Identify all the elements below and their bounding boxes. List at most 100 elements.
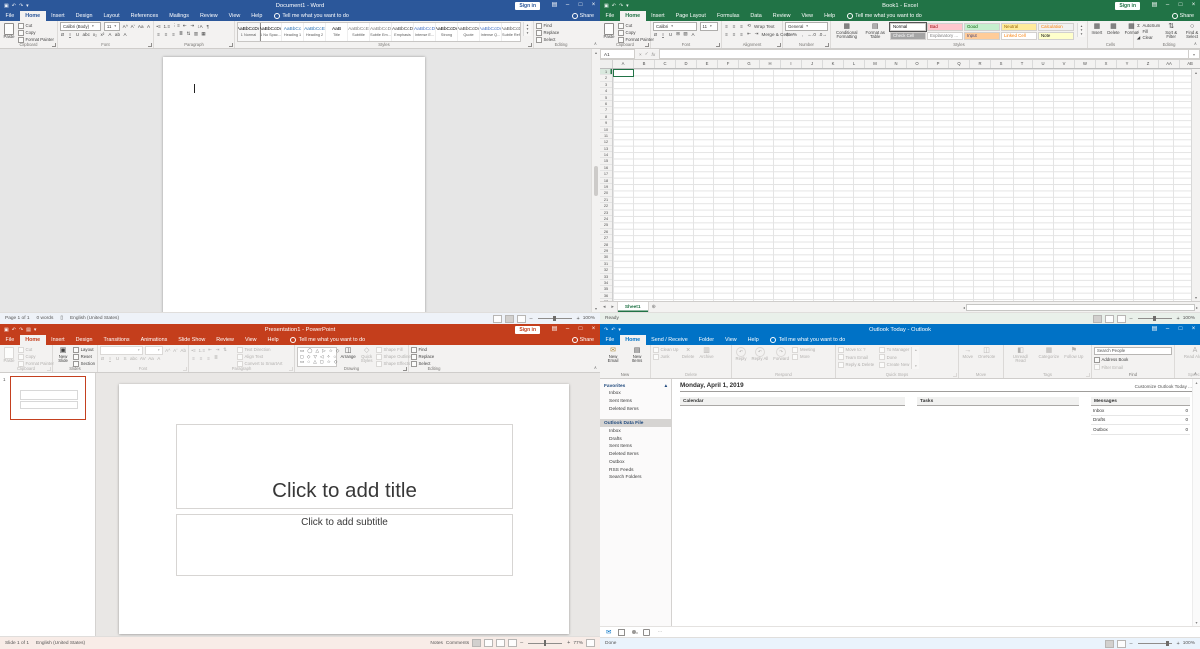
ribbon-tab[interactable]: File bbox=[600, 335, 620, 345]
paragraph-tool-icon[interactable]: ⇤ bbox=[208, 347, 213, 353]
slide-indicator[interactable]: Slide 1 of 1 bbox=[5, 641, 29, 646]
respond-small-button[interactable]: More bbox=[792, 354, 815, 360]
zoom-out-button[interactable]: – bbox=[1129, 316, 1132, 322]
styles-gallery-scrollbar[interactable]: ▴▾▾ bbox=[523, 22, 531, 36]
outlook-vertical-scrollbar[interactable]: ▴▾ bbox=[1192, 379, 1200, 626]
print-layout-button[interactable] bbox=[505, 315, 514, 323]
folder-item[interactable]: Inbox bbox=[600, 390, 671, 398]
font-format-icon[interactable]: ab bbox=[115, 32, 120, 37]
new-email-button[interactable]: ✉New Email bbox=[602, 347, 624, 365]
style-item[interactable]: AaBbCcDcSubtle Ref... bbox=[502, 23, 521, 41]
maximize-button[interactable]: □ bbox=[574, 324, 587, 335]
ribbon-display-options-icon[interactable]: ▤ bbox=[548, 0, 561, 11]
collapse-ribbon-icon[interactable]: ∧ bbox=[594, 41, 597, 47]
tell-me-box[interactable]: Tell me what you want to do bbox=[764, 335, 851, 345]
outlook-data-file-header[interactable]: Outlook Data File bbox=[600, 419, 671, 427]
paragraph-align-icon[interactable]: ⇅ bbox=[186, 31, 191, 37]
fx-icon[interactable]: fx bbox=[652, 52, 656, 57]
qat-customize-icon[interactable]: ▾ bbox=[618, 327, 621, 333]
fill-button[interactable]: ↓Fill bbox=[1136, 29, 1160, 34]
paste-button[interactable]: Paste bbox=[2, 347, 16, 364]
paragraph-tool-icon[interactable]: ⋮≡ bbox=[173, 23, 180, 29]
font-size-select[interactable]: 11▾ bbox=[700, 22, 718, 31]
dialog-launcher-icon[interactable] bbox=[716, 43, 720, 47]
message-count-row[interactable]: Drafts0 bbox=[1091, 416, 1190, 426]
slide-thumbnail-pane[interactable]: 1 bbox=[0, 373, 96, 636]
font-size-select[interactable]: ▾ bbox=[145, 346, 163, 355]
zoom-slider-thumb[interactable] bbox=[1166, 641, 1169, 647]
folder-item[interactable]: Sent Items bbox=[600, 443, 671, 451]
undo-icon[interactable]: ↶ bbox=[612, 3, 616, 9]
font-format-icon[interactable]: Aa bbox=[148, 356, 154, 361]
alignment-icon[interactable]: ≡ bbox=[739, 32, 744, 37]
style-item[interactable]: AaBbCcDc1 No Spac... bbox=[260, 23, 282, 41]
ribbon-tab[interactable]: Layout bbox=[98, 11, 125, 21]
paragraph-tool-icon[interactable]: 1.≡ bbox=[199, 348, 206, 353]
cell-style-item[interactable]: Note bbox=[1038, 32, 1074, 40]
folder-item[interactable]: Outbox bbox=[600, 458, 671, 466]
editing-button[interactable]: Find bbox=[536, 23, 559, 29]
ribbon-tab[interactable]: Folder bbox=[693, 335, 719, 345]
redo-icon[interactable]: ↷ bbox=[19, 327, 23, 333]
title-placeholder[interactable]: Click to add title bbox=[176, 424, 513, 509]
sign-in-button[interactable]: Sign in bbox=[1115, 2, 1140, 10]
cells-button[interactable]: ▦Insert bbox=[1090, 23, 1104, 36]
ribbon-tab[interactable]: Review bbox=[194, 11, 223, 21]
share-button[interactable]: Share bbox=[572, 335, 600, 345]
ribbon-tab[interactable]: View bbox=[796, 11, 819, 21]
mail-nav-icon[interactable]: ✉ bbox=[606, 628, 611, 636]
folder-item[interactable]: Sent Items bbox=[600, 398, 671, 406]
undo-icon[interactable]: ↶ bbox=[611, 327, 615, 333]
font-format-icon[interactable]: B bbox=[60, 32, 65, 37]
dialog-launcher-icon[interactable] bbox=[47, 367, 51, 371]
alignment-icon[interactable]: ⟲ bbox=[747, 23, 752, 29]
font-tool-icon[interactable]: A bbox=[146, 24, 151, 29]
ribbon-tab[interactable]: File bbox=[0, 11, 20, 21]
folder-item[interactable]: Drafts bbox=[600, 435, 671, 443]
autosum-button[interactable]: ΣAutoSum bbox=[1136, 23, 1160, 28]
collapse-ribbon-icon[interactable]: ∧ bbox=[1194, 371, 1197, 377]
zoom-in-button[interactable]: + bbox=[1177, 641, 1180, 647]
column-header[interactable]: AB bbox=[1180, 60, 1200, 68]
web-layout-button[interactable] bbox=[517, 315, 526, 323]
font-format-icon[interactable]: S bbox=[123, 356, 128, 361]
font-name-select[interactable]: Calibri (Body)▾ bbox=[60, 22, 101, 31]
sign-in-button[interactable]: Sign in bbox=[515, 2, 540, 10]
column-header[interactable]: L bbox=[844, 60, 865, 68]
undo-icon[interactable]: ↶ bbox=[12, 327, 16, 333]
font-tool-icon[interactable]: Aˇ bbox=[130, 24, 135, 29]
paragraph-tool-icon[interactable]: 1.≡ bbox=[164, 24, 171, 29]
font-tool-icon[interactable]: Aa bbox=[138, 24, 144, 29]
column-header[interactable]: J bbox=[802, 60, 823, 68]
clear-button[interactable]: ◢Clear bbox=[1136, 35, 1160, 40]
paragraph-button[interactable]: Text Direction bbox=[237, 347, 282, 353]
zoom-slider-thumb[interactable] bbox=[1153, 316, 1156, 322]
notes-button[interactable]: Notes bbox=[430, 641, 443, 646]
reading-view-button[interactable] bbox=[496, 639, 505, 647]
zoom-slider[interactable] bbox=[538, 318, 572, 319]
font-format-icon[interactable]: ▨ bbox=[683, 31, 688, 37]
dialog-launcher-icon[interactable] bbox=[645, 43, 649, 47]
ribbon-tab[interactable]: Review bbox=[211, 335, 240, 345]
column-header[interactable]: W bbox=[1075, 60, 1096, 68]
forward-button[interactable]: ↷Forward bbox=[772, 347, 791, 362]
scroll-down-icon[interactable]: ▾ bbox=[915, 364, 917, 368]
page-indicator[interactable]: Page 1 of 1 bbox=[5, 316, 30, 321]
font-tool-icon[interactable]: A^ bbox=[165, 348, 170, 353]
folder-item[interactable]: Deleted Items bbox=[600, 451, 671, 459]
scroll-up-icon[interactable]: ▴ bbox=[1196, 380, 1198, 385]
scrollbar-thumb[interactable] bbox=[594, 166, 598, 196]
column-header[interactable]: Q bbox=[949, 60, 970, 68]
scroll-down-icon[interactable]: ▾ bbox=[1195, 295, 1197, 300]
slides-button[interactable]: Reset bbox=[73, 354, 95, 360]
zoom-in-button[interactable]: + bbox=[1177, 316, 1180, 322]
paragraph-align-icon[interactable]: ≡ bbox=[171, 32, 176, 37]
tasks-header[interactable]: Tasks bbox=[917, 397, 1079, 406]
column-header[interactable]: AA bbox=[1159, 60, 1180, 68]
unread-read-button[interactable]: ◧Unread/ Read bbox=[1006, 347, 1035, 365]
name-box[interactable]: A1 bbox=[600, 49, 635, 59]
editing-button[interactable]: Find bbox=[411, 347, 434, 353]
zoom-in-button[interactable]: + bbox=[567, 640, 570, 646]
merge-center-button[interactable]: Merge & Center bbox=[762, 32, 781, 37]
quick-steps-scrollbar[interactable]: ▴▾ bbox=[911, 347, 919, 369]
